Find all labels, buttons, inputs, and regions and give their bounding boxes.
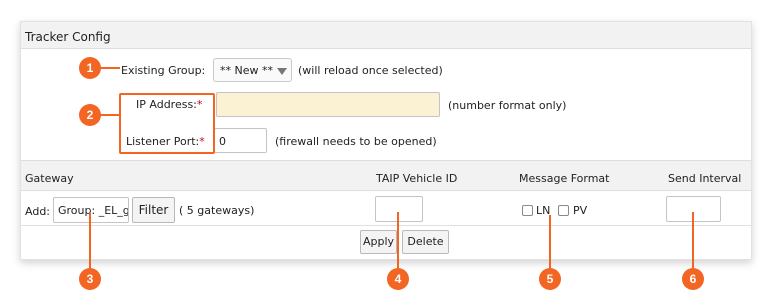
ip-port-highlight-box xyxy=(119,93,215,154)
callout-1-connector xyxy=(100,67,120,69)
header-message-format: Message Format xyxy=(519,172,610,185)
delete-button[interactable]: Delete xyxy=(402,230,449,254)
header-gateway: Gateway xyxy=(25,172,74,185)
callout-1: 1 xyxy=(79,57,101,79)
row-divider xyxy=(21,225,751,226)
listener-port-hint: (firewall needs to be opened) xyxy=(275,135,437,148)
callout-5: 5 xyxy=(539,268,561,290)
panel-header: Tracker Config xyxy=(21,22,751,49)
callout-6: 6 xyxy=(682,268,704,290)
callout-6-connector xyxy=(692,212,694,269)
add-label: Add: xyxy=(25,205,51,218)
pv-checkbox[interactable] xyxy=(558,205,569,216)
callout-2: 2 xyxy=(79,104,101,126)
callout-4-connector xyxy=(397,212,399,269)
panel-title: Tracker Config xyxy=(25,30,111,44)
callout-4: 4 xyxy=(387,268,409,290)
pv-checkbox-label: PV xyxy=(573,204,588,217)
gateway-count: ( 5 gateways) xyxy=(179,204,255,217)
header-send-interval: Send Interval xyxy=(668,172,742,185)
callout-3-connector xyxy=(89,213,91,270)
callout-2-connector xyxy=(100,114,120,116)
callout-3: 3 xyxy=(79,268,101,290)
existing-group-hint: (will reload once selected) xyxy=(298,64,443,77)
listener-port-field[interactable]: 0 xyxy=(214,128,267,153)
existing-group-value: ** New ** xyxy=(220,64,273,77)
ip-address-field[interactable] xyxy=(216,92,440,117)
existing-group-label: Existing Group: xyxy=(121,64,206,77)
ip-address-hint: (number format only) xyxy=(448,99,567,112)
chevron-down-icon xyxy=(277,68,287,75)
ln-checkbox[interactable] xyxy=(522,205,533,216)
table-header: Gateway TAIP Vehicle ID Message Format S… xyxy=(21,160,751,191)
gateway-field[interactable]: Group: _EL_g xyxy=(53,197,129,223)
callout-5-connector xyxy=(549,215,551,269)
existing-group-select[interactable]: ** New ** xyxy=(213,58,292,82)
header-taip-vehicle-id: TAIP Vehicle ID xyxy=(376,172,458,185)
taip-vehicle-id-field[interactable] xyxy=(375,196,423,222)
filter-button[interactable]: Filter xyxy=(132,197,175,223)
apply-button[interactable]: Apply xyxy=(360,230,397,254)
